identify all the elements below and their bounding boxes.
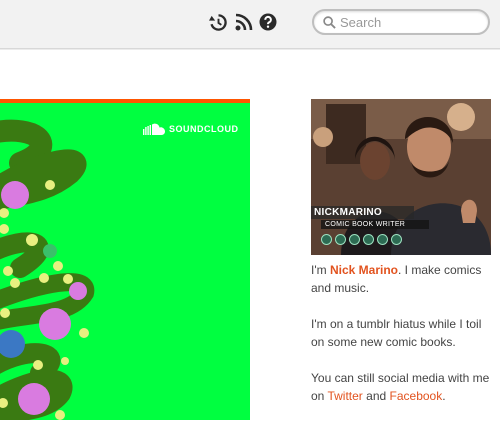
help-icon[interactable] <box>259 13 277 31</box>
bio-social: You can still social media with me on Tw… <box>311 369 491 405</box>
author-name-link[interactable]: Nick Marino <box>330 263 398 277</box>
name-card: NICKMARINO COMIC BOOK WRITER <box>311 206 429 229</box>
search-box[interactable] <box>312 9 490 35</box>
facebook-link[interactable]: Facebook <box>390 389 443 403</box>
photo-role: COMIC BOOK WRITER <box>321 220 429 229</box>
twitter-link[interactable]: Twitter <box>327 389 362 403</box>
top-bar <box>0 0 500 49</box>
rss-icon[interactable] <box>235 13 253 31</box>
sidebar: NICKMARINO COMIC BOOK WRITER I'm Nick Ma… <box>311 99 491 423</box>
bio-text: I'm <box>311 263 330 277</box>
search-input[interactable] <box>340 13 480 31</box>
badge-icon <box>363 234 374 245</box>
photo-name: NICKMARINO <box>311 206 414 219</box>
search-icon <box>323 16 336 29</box>
bio-intro: I'm Nick Marino. I make comics and music… <box>311 261 491 297</box>
badge-icon <box>377 234 388 245</box>
badge-icon <box>391 234 402 245</box>
badge-icon <box>349 234 360 245</box>
photo-scene <box>311 99 491 255</box>
badge-icon <box>321 234 332 245</box>
soundcloud-logo[interactable]: SOUNDCLOUD <box>143 123 239 135</box>
history-icon[interactable] <box>209 13 228 32</box>
soundcloud-player[interactable]: SOUNDCLOUD <box>0 99 250 420</box>
cloud-icon <box>143 123 165 135</box>
soundcloud-label: SOUNDCLOUD <box>169 124 239 134</box>
badge-row <box>321 234 402 245</box>
bio-hiatus: I'm on a tumblr hiatus while I toil on s… <box>311 317 482 349</box>
author-photo: NICKMARINO COMIC BOOK WRITER <box>311 99 491 255</box>
bio-text: . <box>442 389 446 403</box>
track-artwork <box>0 119 95 420</box>
badge-icon <box>335 234 346 245</box>
bio: I'm Nick Marino. I make comics and music… <box>311 261 491 405</box>
bio-text: and <box>362 389 390 403</box>
